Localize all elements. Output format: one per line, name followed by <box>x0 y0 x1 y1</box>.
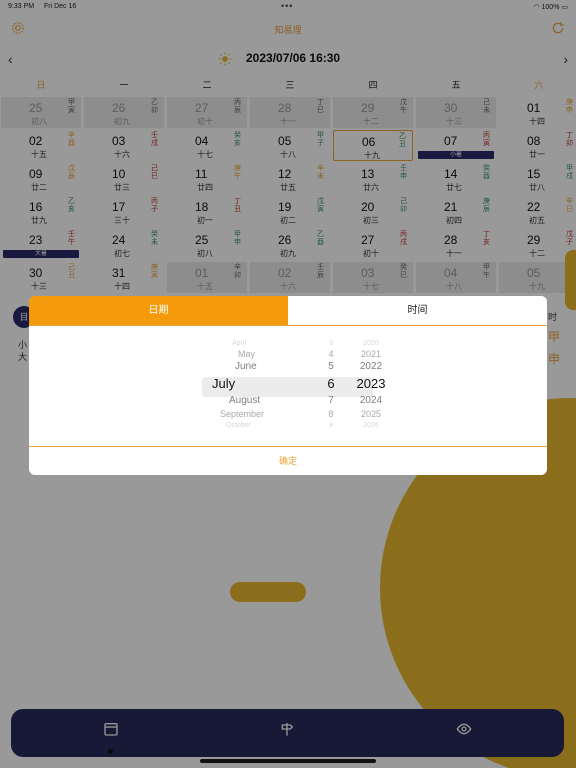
wheel-item[interactable]: 7 <box>316 395 346 406</box>
picker-tabs: 日期 时间 <box>29 296 547 326</box>
wheel-item[interactable]: October <box>199 422 286 429</box>
wheel-item[interactable]: 2026 <box>346 422 396 429</box>
year-column[interactable]: 2020 2021 2022 2023 2024 2025 2026 <box>346 340 396 434</box>
tab-date[interactable]: 日期 <box>29 296 288 325</box>
wheel-item-selected[interactable]: July <box>199 376 272 391</box>
wheel-item[interactable]: 2022 <box>346 361 396 372</box>
date-picker-sheet: 日期 时间 April May June July August September Oct… <box>29 296 547 475</box>
wheel-item-selected[interactable]: 6 <box>316 376 346 391</box>
wheel-item[interactable]: April <box>199 340 292 347</box>
wheel-item[interactable]: 9 <box>316 422 346 429</box>
wheel-item[interactable]: September <box>199 409 280 419</box>
wheel-item-selected[interactable]: 2023 <box>346 376 396 391</box>
confirm-button[interactable]: 确定 <box>29 447 547 475</box>
wheel-item[interactable]: May <box>199 349 298 359</box>
tab-time[interactable]: 时间 <box>288 296 547 325</box>
wheel-item[interactable]: 2020 <box>346 340 396 347</box>
wheel-item[interactable]: 5 <box>316 361 346 372</box>
wheel-item[interactable]: June <box>199 361 295 372</box>
wheel-item[interactable]: 3 <box>316 340 346 347</box>
date-wheel[interactable]: April May June July August September October 3 4… <box>29 340 547 434</box>
wheel-item[interactable]: 2021 <box>346 349 396 359</box>
day-column[interactable]: 3 4 5 6 7 8 9 <box>316 340 346 434</box>
app-root: 9:33 PM Fri Dec 16 ••• ◠ 100% ▭ 知易理 ‹ 20… <box>0 0 576 768</box>
wheel-item[interactable]: 2025 <box>346 409 396 419</box>
home-indicator <box>200 759 376 763</box>
wheel-item[interactable]: August <box>199 395 289 406</box>
month-column[interactable]: April May June July August September October <box>199 340 264 434</box>
wheel-item[interactable]: 8 <box>316 409 346 419</box>
wheel-item[interactable]: 2024 <box>346 395 396 406</box>
wheel-item[interactable]: 4 <box>316 349 346 359</box>
